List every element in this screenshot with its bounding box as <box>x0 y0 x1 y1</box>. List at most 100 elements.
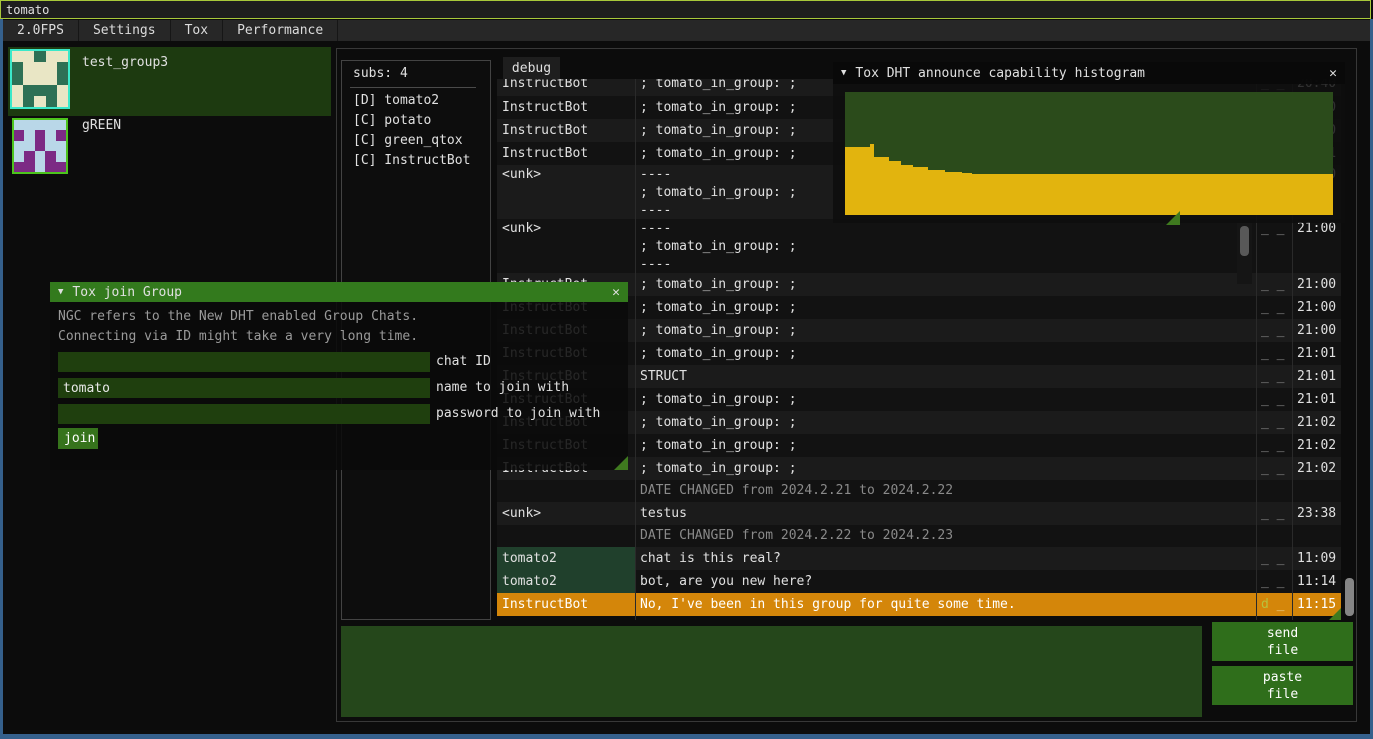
tab-debug[interactable]: debug <box>503 57 560 79</box>
column-separator[interactable] <box>635 79 636 620</box>
avatar-pixel <box>35 130 45 140</box>
avatar-pixel <box>24 120 34 130</box>
avatar-pixel <box>45 151 55 161</box>
delivery-status <box>1256 480 1292 502</box>
delivery-status: _ _ <box>1256 220 1292 273</box>
histogram-bar <box>928 170 945 216</box>
paste-file-button[interactable]: paste file <box>1212 666 1353 705</box>
collapse-arrow-icon[interactable]: ▼ <box>841 68 846 78</box>
scrollbar-thumb[interactable] <box>1240 226 1249 256</box>
sender-name: <unk> <box>497 502 635 525</box>
avatar-pixel <box>14 151 24 161</box>
avatar-pixel <box>57 96 68 107</box>
sender-name <box>497 480 635 502</box>
message-timestamp: 21:02 <box>1292 411 1341 434</box>
app-window: tomato 2.0FPS Settings Tox Performance t… <box>0 0 1373 739</box>
message-text: ; tomato_in_group: ; <box>635 411 1256 434</box>
chat-scrollbar-thumb[interactable] <box>1345 578 1354 616</box>
avatar-pixel <box>45 130 55 140</box>
message-timestamp: 21:02 <box>1292 457 1341 480</box>
avatar-pixel <box>14 130 24 140</box>
avatar-pixel <box>34 51 45 62</box>
sender-name: <unk> <box>497 166 635 219</box>
sender-name: InstructBot <box>497 79 635 96</box>
message-timestamp: 21:00 <box>1292 220 1341 273</box>
avatar-pixel <box>35 162 45 172</box>
avatar-pixel <box>57 62 68 73</box>
message-timestamp: 23:38 <box>1292 502 1341 525</box>
message-text: ; tomato_in_group: ; <box>635 388 1256 411</box>
avatar-pixel <box>24 141 34 151</box>
window-resize-grip[interactable] <box>1166 211 1180 225</box>
message-timestamp: 21:01 <box>1292 365 1341 388</box>
avatar-pixel <box>12 73 23 84</box>
avatar-pixel <box>46 85 57 96</box>
menu-performance[interactable]: Performance <box>223 20 338 41</box>
close-icon[interactable]: ✕ <box>1329 66 1337 81</box>
delivery-status: _ _ <box>1256 273 1292 296</box>
sender-name: InstructBot <box>497 96 635 119</box>
avatar-pixel <box>23 85 34 96</box>
join-name-input[interactable] <box>58 378 430 398</box>
close-icon[interactable]: ✕ <box>612 285 620 300</box>
join-group-titlebar[interactable]: ▼ Tox join Group ✕ <box>50 282 628 302</box>
window-resize-grip[interactable] <box>614 456 628 470</box>
join-group-title: Tox join Group <box>72 285 182 300</box>
collapse-arrow-icon[interactable]: ▼ <box>58 287 63 297</box>
message-input[interactable] <box>341 626 1202 717</box>
member-item: [C] potato <box>353 111 470 131</box>
avatar-pixel <box>45 120 55 130</box>
menu-tox[interactable]: Tox <box>171 20 223 41</box>
message-timestamp: 21:02 <box>1292 434 1341 457</box>
delivery-status: _ _ <box>1256 365 1292 388</box>
histogram-bars <box>845 92 1333 215</box>
message-text: No, I've been in this group for quite so… <box>635 593 1256 616</box>
message-timestamp: 21:00 <box>1292 296 1341 319</box>
message-timestamp: 21:00 <box>1292 319 1341 342</box>
delivery-status: _ _ <box>1256 502 1292 525</box>
avatar-pixel <box>45 141 55 151</box>
avatar-pixel <box>56 120 66 130</box>
avatar-pixel <box>57 85 68 96</box>
avatar-pixel <box>56 141 66 151</box>
menu-settings[interactable]: Settings <box>79 20 171 41</box>
avatar-pixel <box>14 141 24 151</box>
histogram-bar <box>845 147 870 215</box>
send-file-button[interactable]: send file <box>1212 622 1353 661</box>
window-titlebar[interactable]: tomato <box>0 0 1371 19</box>
chat-id-input[interactable] <box>58 352 430 372</box>
message-text: STRUCT <box>635 365 1256 388</box>
members-count-label: subs: 4 <box>353 66 408 81</box>
chat-resize-grip[interactable] <box>1329 608 1341 620</box>
member-item: [C] InstructBot <box>353 151 470 171</box>
histogram-bar <box>874 157 889 215</box>
join-info-text: NGC refers to the New DHT enabled Group … <box>58 309 418 324</box>
message-timestamp: 21:01 <box>1292 342 1341 365</box>
avatar-pixel <box>12 51 23 62</box>
histogram-plot <box>845 92 1333 215</box>
join-password-input[interactable] <box>58 404 430 424</box>
send-file-label-line1: send <box>1218 625 1347 642</box>
members-separator <box>350 87 476 88</box>
avatar-pixel <box>23 51 34 62</box>
histogram-bar <box>962 173 972 215</box>
dht-histogram-window: ▼ Tox DHT announce capability histogram … <box>833 62 1345 223</box>
join-button[interactable]: join <box>58 428 98 449</box>
dht-histogram-titlebar[interactable]: ▼ Tox DHT announce capability histogram … <box>833 62 1345 84</box>
histogram-bar <box>889 161 901 215</box>
paste-file-label-line1: paste <box>1218 669 1347 686</box>
member-item: [C] green_qtox <box>353 131 470 151</box>
avatar-pixel <box>34 73 45 84</box>
avatar-pixel <box>46 51 57 62</box>
window-border-left <box>0 19 3 739</box>
menu-bar: 2.0FPS Settings Tox Performance <box>3 20 1370 41</box>
message-text: testus <box>635 502 1256 525</box>
sender-name: InstructBot <box>497 142 635 165</box>
message-text: ; tomato_in_group: ; <box>635 434 1256 457</box>
avatar-pixel <box>23 96 34 107</box>
delivery-status: _ _ <box>1256 342 1292 365</box>
avatar-pixel <box>12 85 23 96</box>
chat-id-label: chat ID <box>436 352 491 372</box>
avatar-pixel <box>24 151 34 161</box>
sender-name: InstructBot <box>497 119 635 142</box>
